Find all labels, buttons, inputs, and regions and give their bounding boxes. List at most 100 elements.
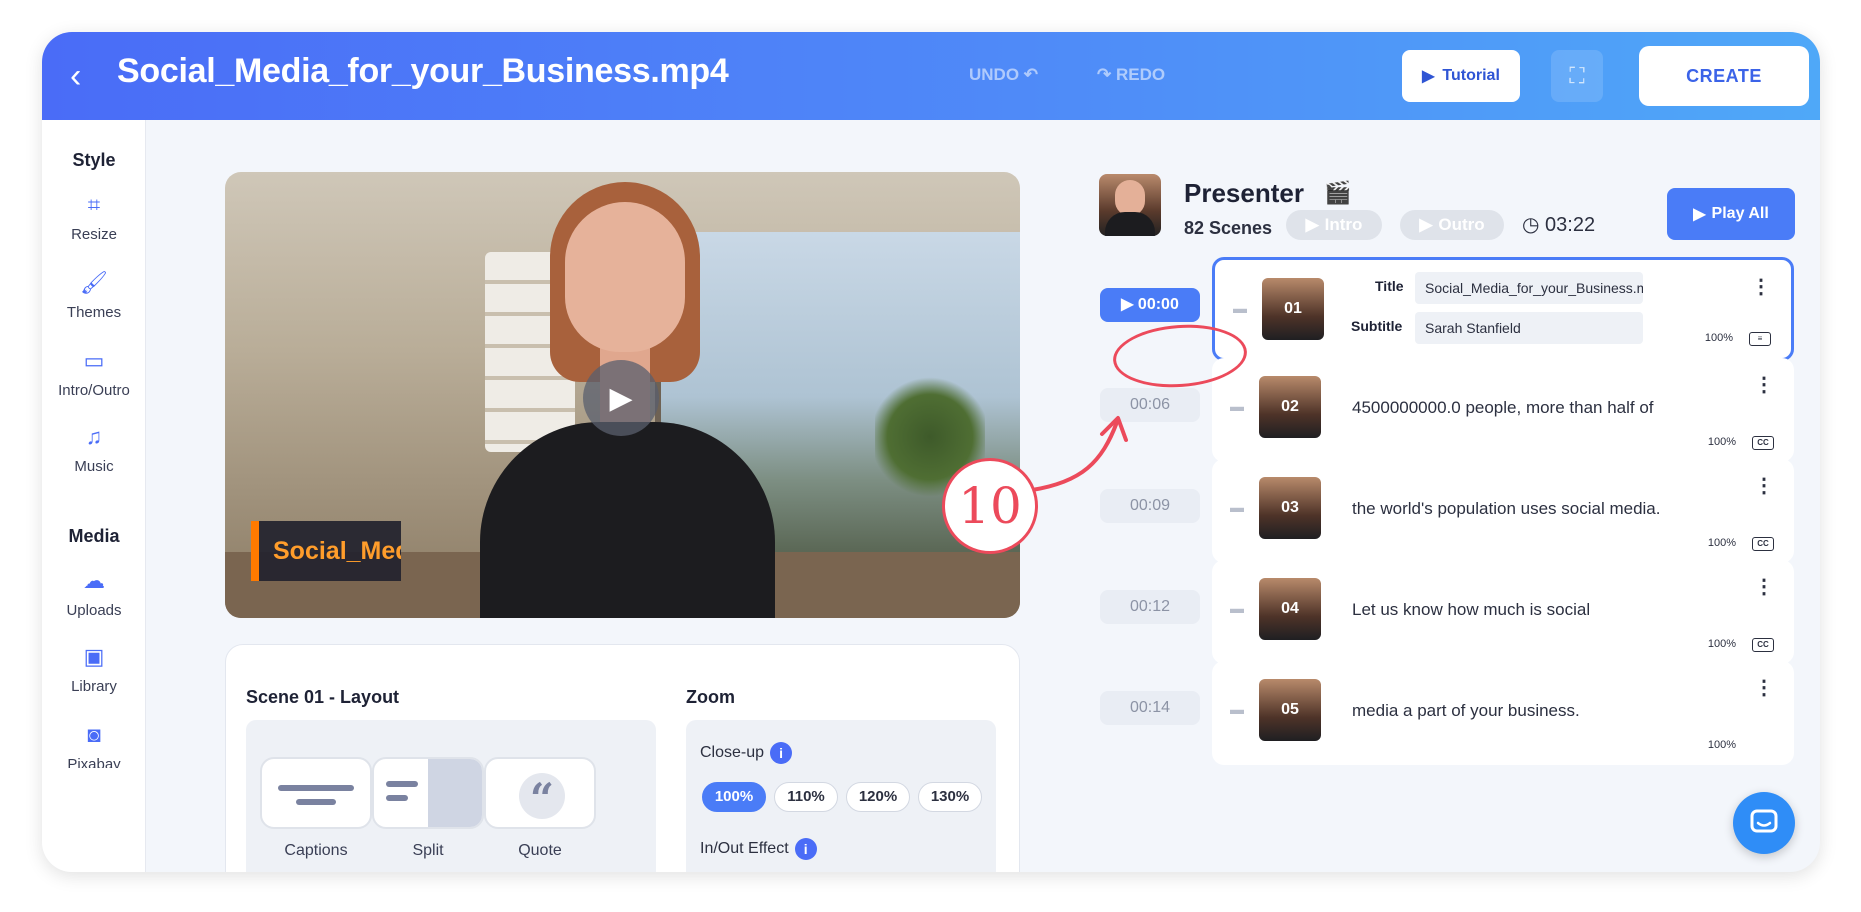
scene-thumbnail[interactable]: 04: [1259, 578, 1321, 640]
scene-script-text[interactable]: the world's population uses social media…: [1352, 499, 1660, 519]
outro-toggle[interactable]: ▶ Outro: [1400, 210, 1504, 240]
play-icon[interactable]: ▶: [583, 360, 659, 436]
layout-options: “ Captions Split Quote: [246, 720, 656, 872]
more-options-icon[interactable]: ⋮: [1754, 473, 1774, 498]
intro-label: Intro: [1324, 215, 1363, 234]
info-icon[interactable]: i: [770, 742, 793, 764]
chat-support-button[interactable]: [1733, 792, 1795, 854]
sidebar-item-pixabay[interactable]: ◙ Pixabay: [42, 720, 146, 768]
redo-icon: ↷: [1097, 65, 1112, 84]
layout-quote-option[interactable]: “: [484, 757, 596, 829]
play-icon: ▶: [1693, 206, 1706, 223]
inout-effect-label: In/Out Effect i: [700, 838, 817, 860]
folder-icon[interactable]: ▬: [1233, 300, 1247, 316]
folder-icon[interactable]: ▬: [1230, 398, 1244, 414]
folder-icon[interactable]: ▬: [1230, 499, 1244, 515]
undo-label: UNDO: [969, 65, 1020, 84]
scene-card[interactable]: ▬ 01 Title Social_Media_for_your_Busines…: [1212, 257, 1794, 361]
scene-script-text[interactable]: media a part of your business.: [1352, 701, 1580, 721]
media-heading: Media: [68, 526, 120, 546]
more-options-icon[interactable]: ⋮: [1751, 274, 1771, 299]
scene-time[interactable]: 00:14: [1100, 691, 1200, 725]
cloud-upload-icon: ☁: [83, 568, 105, 593]
layout-captions-option[interactable]: [260, 757, 372, 829]
scene-thumbnail[interactable]: 05: [1259, 679, 1321, 741]
project-title[interactable]: Social_Media_for_your_Business.mp4: [117, 52, 729, 91]
scene-thumbnail[interactable]: 01: [1262, 278, 1324, 340]
subtitle-label: Subtitle: [1351, 318, 1403, 334]
app-window: ‹ Social_Media_for_your_Business.mp4 UND…: [42, 32, 1820, 872]
create-button[interactable]: CREATE: [1639, 46, 1809, 106]
crop-icon: ⌗: [87, 192, 101, 217]
intro-toggle[interactable]: ▶ Intro: [1286, 210, 1382, 240]
sidebar-item-uploads[interactable]: ☁ Uploads: [42, 566, 146, 619]
scene-thumbnail[interactable]: 02: [1259, 376, 1321, 438]
folder-icon[interactable]: ▬: [1230, 701, 1244, 717]
play-folder-icon: ▣: [83, 644, 105, 669]
total-duration: ◷ 03:22: [1522, 214, 1596, 236]
closeup-label: Close-up i: [700, 742, 793, 764]
layout-split-option[interactable]: [372, 757, 484, 829]
undo-button[interactable]: UNDO ↶: [969, 65, 1038, 85]
sidebar-item-intro-outro[interactable]: ▭ Intro/Outro: [42, 346, 146, 399]
clapperboard-icon[interactable]: 🎬: [1324, 180, 1351, 206]
folder-icon[interactable]: ▬: [1230, 600, 1244, 616]
zoom-110-option[interactable]: 110%: [774, 782, 838, 812]
outro-label: Outro: [1438, 215, 1485, 234]
sidebar-item-library[interactable]: ▣ Library: [42, 642, 146, 695]
annotation-arrow: [1030, 416, 1128, 492]
expand-icon: ⛶: [1569, 63, 1585, 88]
layout-option-label: Split: [412, 842, 444, 859]
presenter-name: Presenter: [1184, 178, 1304, 208]
play-icon: ▶: [1419, 215, 1433, 234]
scene-zoom-level: 100%: [1704, 332, 1733, 344]
zoom-100-option[interactable]: 100%: [702, 782, 766, 812]
zoom-130-option[interactable]: 130%: [918, 782, 982, 812]
left-sidebar: Style ⌗ Resize 🖌 Themes ▭ Intro/Outro ♫ …: [42, 120, 146, 872]
scene-thumbnail[interactable]: 03: [1259, 477, 1321, 539]
scene-script-text[interactable]: 4500000000.0 people, more than half of: [1352, 398, 1654, 418]
scene-card[interactable]: ▬ 05 media a part of your business. ⋮ 10…: [1212, 661, 1794, 765]
redo-label: REDO: [1115, 65, 1166, 84]
scene-zoom-level: 100%: [1707, 638, 1736, 650]
subtitles-icon[interactable]: ≡: [1749, 332, 1771, 346]
info-icon[interactable]: i: [794, 838, 817, 860]
sidebar-item-label: Intro/Outro: [58, 382, 130, 399]
play-all-button[interactable]: ▶ Play All: [1667, 188, 1795, 240]
closed-captions-icon[interactable]: CC: [1752, 436, 1774, 450]
title-field[interactable]: Social_Media_for_your_Business.m...: [1415, 272, 1643, 304]
back-arrow-icon[interactable]: ‹: [70, 58, 100, 94]
play-all-label: Play All: [1711, 205, 1769, 222]
annotation-step-number: 10: [942, 458, 1038, 554]
scene-time[interactable]: 00:12: [1100, 590, 1200, 624]
sidebar-item-label: Uploads: [66, 602, 122, 619]
scene-play-button[interactable]: ▶ 00:00: [1100, 288, 1200, 322]
sidebar-item-music[interactable]: ♫ Music: [42, 422, 146, 475]
scene-card[interactable]: ▬ 04 Let us know how much is social ⋮ 10…: [1212, 560, 1794, 664]
zoom-title: Zoom: [686, 687, 735, 707]
tutorial-button[interactable]: ▶ Tutorial: [1402, 50, 1520, 102]
sidebar-item-themes[interactable]: 🖌 Themes: [42, 268, 146, 321]
scene-card[interactable]: ▬ 03 the world's population uses social …: [1212, 459, 1794, 563]
presenter-avatar[interactable]: [1099, 174, 1161, 236]
presenter-face: [565, 202, 685, 352]
more-options-icon[interactable]: ⋮: [1754, 574, 1774, 599]
subtitle-field[interactable]: Sarah Stanfield: [1415, 312, 1643, 344]
video-preview[interactable]: ▶ Social_Med: [225, 172, 1020, 618]
style-heading: Style: [72, 150, 116, 170]
closed-captions-icon[interactable]: CC: [1752, 638, 1774, 652]
redo-button[interactable]: ↷ REDO: [1097, 65, 1165, 85]
zoom-120-option[interactable]: 120%: [846, 782, 910, 812]
sidebar-item-resize[interactable]: ⌗ Resize: [42, 190, 146, 243]
closed-captions-icon[interactable]: CC: [1752, 537, 1774, 551]
scene-zoom-level: 100%: [1707, 537, 1736, 549]
scene-card[interactable]: ▬ 02 4500000000.0 people, more than half…: [1212, 358, 1794, 462]
scene-layout-panel: Scene 01 - Layout Zoom “ Captions Split …: [225, 644, 1020, 872]
title-label: Title: [1375, 278, 1404, 294]
more-options-icon[interactable]: ⋮: [1754, 372, 1774, 397]
scene-script-text[interactable]: Let us know how much is social: [1352, 600, 1590, 620]
more-options-icon[interactable]: ⋮: [1754, 675, 1774, 700]
fullscreen-button[interactable]: ⛶: [1551, 50, 1603, 102]
scene-zoom-level: 100%: [1707, 436, 1736, 448]
sidebar-item-label: Music: [74, 458, 114, 475]
